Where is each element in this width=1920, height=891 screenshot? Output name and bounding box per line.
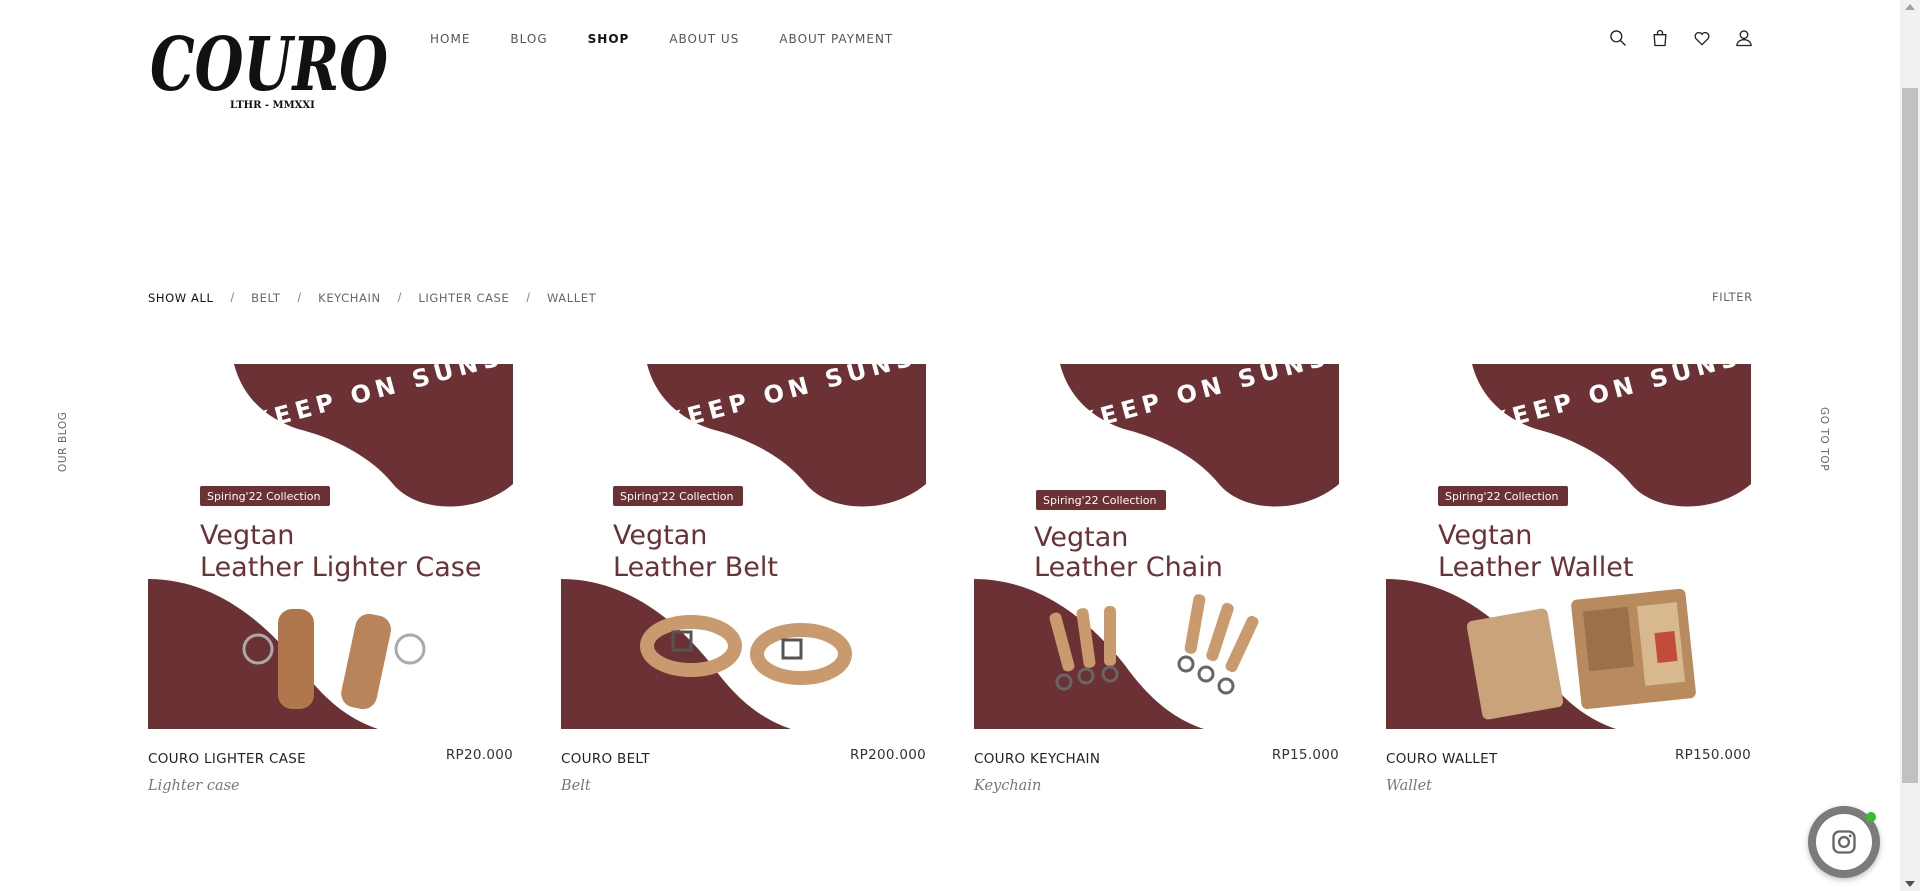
search-icon[interactable]	[1606, 26, 1630, 50]
user-icon[interactable]	[1732, 26, 1756, 50]
collection-tag: Spiring'22 Collection	[620, 490, 734, 503]
category-filter-bar: SHOW ALL / BELT / KEYCHAIN / LIGHTER CAS…	[148, 290, 596, 305]
product-meta: COURO BELT RP200.000 Belt	[561, 747, 926, 807]
instagram-icon	[1832, 830, 1856, 854]
filter-separator: /	[230, 290, 235, 305]
scroll-up-arrow-icon[interactable]	[1905, 4, 1915, 10]
logo-wordmark: COURO	[150, 22, 388, 108]
product-price: RP150.000	[1674, 747, 1751, 763]
product-card[interactable]: KEEP ON SUNSHINE Spiring'22 Collection V…	[561, 364, 926, 807]
side-link-our-blog[interactable]: OUR BLOG	[46, 412, 80, 475]
product-price: RP20.000	[445, 747, 513, 763]
nav-about-payment[interactable]: ABOUT PAYMENT	[779, 30, 893, 48]
collection-tag: Spiring'22 Collection	[207, 490, 321, 503]
product-grid: KEEP ON SUNSHINE Spiring'22 Collection V…	[148, 364, 1751, 804]
go-to-top-label: GO TO TOP	[1818, 407, 1830, 472]
filter-separator: /	[297, 290, 302, 305]
product-name[interactable]: COURO LIGHTER CASE	[148, 751, 306, 767]
product-image-title-2: Leather Lighter Case	[200, 552, 481, 583]
product-name[interactable]: COURO KEYCHAIN	[974, 751, 1100, 767]
page-scrollbar[interactable]	[1900, 0, 1920, 891]
product-meta: COURO LIGHTER CASE RP20.000 Lighter case	[148, 747, 513, 807]
nav-shop[interactable]: SHOP	[588, 30, 630, 48]
nav-blog[interactable]: BLOG	[510, 30, 547, 48]
filter-belt[interactable]: BELT	[251, 291, 280, 305]
filter-button[interactable]: FILTER	[1712, 290, 1753, 304]
nav-home[interactable]: HOME	[430, 30, 470, 48]
main-nav: HOME BLOG SHOP ABOUT US ABOUT PAYMENT	[430, 30, 933, 48]
filter-separator: /	[397, 290, 402, 305]
product-image[interactable]: KEEP ON SUNSHINE Spiring'22 Collection V…	[974, 364, 1339, 729]
side-link-go-to-top[interactable]: GO TO TOP	[1807, 407, 1841, 478]
product-price: RP15.000	[1271, 747, 1339, 763]
scroll-down-arrow-icon[interactable]	[1905, 881, 1915, 887]
our-blog-label: OUR BLOG	[57, 411, 69, 472]
filter-keychain[interactable]: KEYCHAIN	[318, 291, 381, 305]
product-image-title-1: Vegtan	[200, 520, 294, 551]
product-image-title-2: Leather Chain	[1034, 552, 1223, 583]
couro-logo[interactable]: COURO LTHR - MMXXI	[148, 22, 393, 114]
product-card[interactable]: KEEP ON SUNSHINE Spiring'22 Collection V…	[1386, 364, 1751, 807]
filter-separator: /	[526, 290, 530, 305]
online-status-dot	[1866, 812, 1876, 822]
product-meta: COURO KEYCHAIN RP15.000 Keychain	[974, 747, 1339, 807]
product-category: Belt	[561, 778, 591, 794]
scrollbar-thumb[interactable]	[1902, 88, 1918, 783]
cart-icon[interactable]	[1648, 26, 1672, 50]
header-actions	[1606, 26, 1756, 50]
heart-icon[interactable]	[1690, 26, 1714, 50]
product-image[interactable]: KEEP ON SUNSHINE Spiring'22 Collection V…	[561, 364, 926, 729]
product-price: RP200.000	[849, 747, 926, 763]
collection-tag: Spiring'22 Collection	[1445, 490, 1559, 503]
product-image-title-2: Leather Wallet	[1438, 552, 1633, 583]
product-name[interactable]: COURO WALLET	[1386, 751, 1498, 767]
filter-show-all[interactable]: SHOW ALL	[148, 291, 214, 305]
nav-about-us[interactable]: ABOUT US	[669, 30, 739, 48]
logo-subtext: LTHR - MMXXI	[230, 100, 315, 111]
logo-graphic: COURO LTHR - MMXXI	[150, 22, 388, 111]
filter-wallet[interactable]: WALLET	[547, 291, 596, 305]
product-category: Lighter case	[148, 778, 240, 794]
product-image-title-1: Vegtan	[1034, 522, 1128, 553]
product-meta: COURO WALLET RP150.000 Wallet	[1386, 747, 1751, 807]
instagram-button-inner	[1816, 814, 1872, 870]
product-image-title-1: Vegtan	[613, 520, 707, 551]
collection-tag: Spiring'22 Collection	[1043, 494, 1157, 507]
product-card[interactable]: KEEP ON SUNSHINE Spiring'22 Collection V…	[148, 364, 513, 807]
product-image[interactable]: KEEP ON SUNSHINE Spiring'22 Collection V…	[1386, 364, 1751, 729]
product-card[interactable]: KEEP ON SUNSHINE Spiring'22 Collection V…	[974, 364, 1339, 807]
product-category: Keychain	[974, 778, 1042, 794]
site-header: COURO LTHR - MMXXI HOME BLOG SHOP ABOUT …	[0, 0, 1900, 120]
product-category: Wallet	[1386, 778, 1432, 794]
product-image-title-2: Leather Belt	[613, 552, 778, 583]
filter-lighter-case[interactable]: LIGHTER CASE	[418, 291, 509, 305]
product-image[interactable]: KEEP ON SUNSHINE Spiring'22 Collection V…	[148, 364, 513, 729]
product-name[interactable]: COURO BELT	[561, 751, 650, 767]
instagram-chat-button[interactable]	[1808, 806, 1880, 878]
product-image-title-1: Vegtan	[1438, 520, 1532, 551]
